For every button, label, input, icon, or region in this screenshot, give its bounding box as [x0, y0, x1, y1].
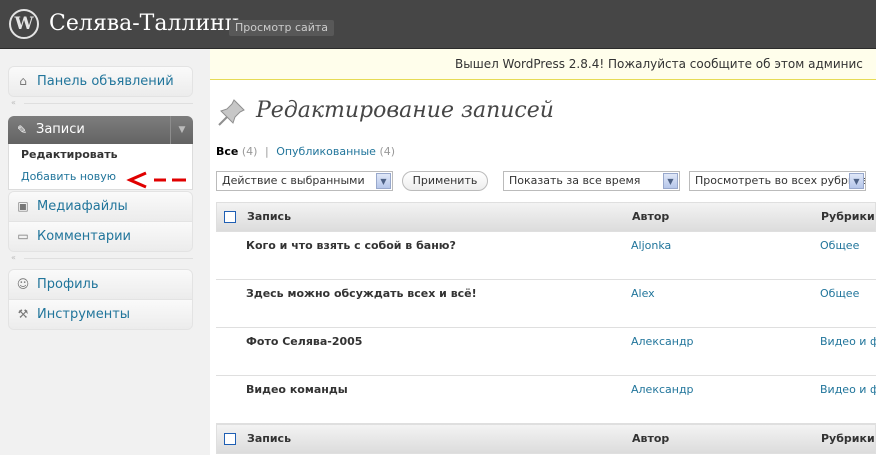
select-all-checkbox[interactable] — [224, 433, 236, 445]
submenu-edit[interactable]: Редактировать — [9, 144, 192, 166]
sidebar-item-label: Медиафайлы — [37, 199, 128, 214]
author-link[interactable]: Александр — [631, 383, 694, 396]
sidebar-item-label: Панель объявлений — [37, 74, 174, 89]
sidebar-item-dashboard[interactable]: ⌂ Панель объявлений — [9, 67, 192, 96]
filter-all-link[interactable]: Все — [216, 145, 238, 158]
sidebar-item-label: Инструменты — [37, 307, 131, 322]
bulk-action-select[interactable]: Действие с выбранными ▼ — [216, 171, 393, 191]
column-header-categories[interactable]: Рубрики — [821, 425, 875, 453]
profile-tools-menu: ☺ Профиль ⚒ Инструменты — [8, 269, 193, 330]
table-footer: Запись Автор Рубрики — [216, 424, 876, 454]
date-filter-value: Показать за все время — [509, 174, 641, 187]
table-row: Видео команды Александр Видео и фото — [216, 376, 876, 424]
status-filter-links: Все (4) | Опубликованные (4) — [216, 145, 396, 158]
post-title-link[interactable]: Видео команды — [246, 383, 348, 396]
table-row: Фото Селява-2005 Александр Видео и фото — [216, 328, 876, 376]
filter-all-count: (4) — [241, 145, 258, 158]
author-link[interactable]: Александр — [631, 335, 694, 348]
admin-header: W Селява-Таллинн Просмотр сайта — [0, 0, 876, 49]
pushpin-icon — [218, 99, 245, 126]
category-filter-select[interactable]: Просмотреть во всех рубриках ▼ — [689, 171, 866, 191]
column-header-author[interactable]: Автор — [632, 203, 669, 231]
column-header-categories[interactable]: Рубрики — [821, 203, 875, 231]
collapse-icon: « — [11, 253, 16, 262]
sidebar-item-label: Профиль — [37, 277, 99, 292]
category-link[interactable]: Общее — [820, 239, 859, 252]
table-header: Запись Автор Рубрики — [216, 202, 876, 232]
sidebar-item-comments[interactable]: ▭ Комментарии — [9, 222, 192, 251]
dashboard-menu: ⌂ Панель объявлений — [8, 66, 193, 97]
chevron-down-icon: ▼ — [849, 173, 864, 189]
update-notice-text: Вышел WordPress 2.8.4! Пожалуйста сообщи… — [455, 57, 863, 71]
pushpin-icon: ✎ — [16, 123, 28, 137]
date-filter-select[interactable]: Показать за все время ▼ — [503, 171, 680, 191]
category-link[interactable]: Видео и фото — [820, 335, 876, 348]
menu-separator[interactable]: « — [8, 99, 193, 107]
speech-bubble-icon: ▭ — [17, 229, 29, 243]
sidebar-item-label: Записи — [36, 122, 85, 137]
select-all-checkbox[interactable] — [224, 211, 236, 223]
wordpress-logo-icon: W — [9, 9, 39, 39]
sidebar-item-media[interactable]: ▣ Медиафайлы — [9, 192, 192, 222]
annotation-arrow-icon — [126, 171, 186, 189]
menu-separator[interactable]: « — [8, 254, 193, 262]
post-title-link[interactable]: Фото Селява-2005 — [246, 335, 362, 348]
users-icon: ☺ — [16, 277, 30, 291]
apply-button[interactable]: Применить — [402, 171, 488, 191]
sidebar-item-profile[interactable]: ☺ Профиль — [9, 270, 192, 300]
chevron-down-icon[interactable]: ▼ — [170, 116, 193, 144]
category-link[interactable]: Общее — [820, 287, 859, 300]
sidebar-item-posts[interactable]: ✎ Записи ▼ — [8, 116, 193, 144]
column-header-post[interactable]: Запись — [247, 425, 291, 453]
home-icon: ⌂ — [19, 74, 27, 88]
tools-icon: ⚒ — [17, 307, 29, 321]
column-header-post[interactable]: Запись — [247, 203, 291, 231]
post-title-link[interactable]: Кого и что взять с собой в баню? — [246, 239, 456, 252]
media-icon: ▣ — [17, 199, 29, 213]
column-header-author[interactable]: Автор — [632, 425, 669, 453]
filter-published-count: (4) — [379, 145, 396, 158]
admin-sidebar — [0, 49, 210, 455]
collapse-icon: « — [11, 98, 16, 107]
media-comments-menu: ▣ Медиафайлы ▭ Комментарии — [8, 191, 193, 252]
table-row: Здесь можно обсуждать всех и всё! Alex О… — [216, 280, 876, 328]
bulk-action-value: Действие с выбранными — [222, 174, 365, 187]
site-title: Селява-Таллинн — [49, 11, 240, 36]
category-link[interactable]: Видео и фото — [820, 383, 876, 396]
author-link[interactable]: Aljonka — [631, 239, 671, 252]
page-title: Редактирование записей — [256, 98, 554, 123]
author-link[interactable]: Alex — [631, 287, 655, 300]
table-row: Кого и что взять с собой в баню? Aljonka… — [216, 232, 876, 280]
chevron-down-icon: ▼ — [663, 173, 678, 189]
filter-published-link[interactable]: Опубликованные — [276, 145, 376, 158]
sidebar-item-tools[interactable]: ⚒ Инструменты — [9, 300, 192, 329]
view-site-button[interactable]: Просмотр сайта — [229, 20, 335, 36]
update-notice: Вышел WordPress 2.8.4! Пожалуйста сообщи… — [210, 49, 876, 80]
sidebar-item-label: Комментарии — [37, 229, 131, 244]
post-title-link[interactable]: Здесь можно обсуждать всех и всё! — [246, 287, 477, 300]
category-filter-value: Просмотреть во всех рубриках — [695, 174, 866, 187]
chevron-down-icon: ▼ — [376, 173, 391, 189]
